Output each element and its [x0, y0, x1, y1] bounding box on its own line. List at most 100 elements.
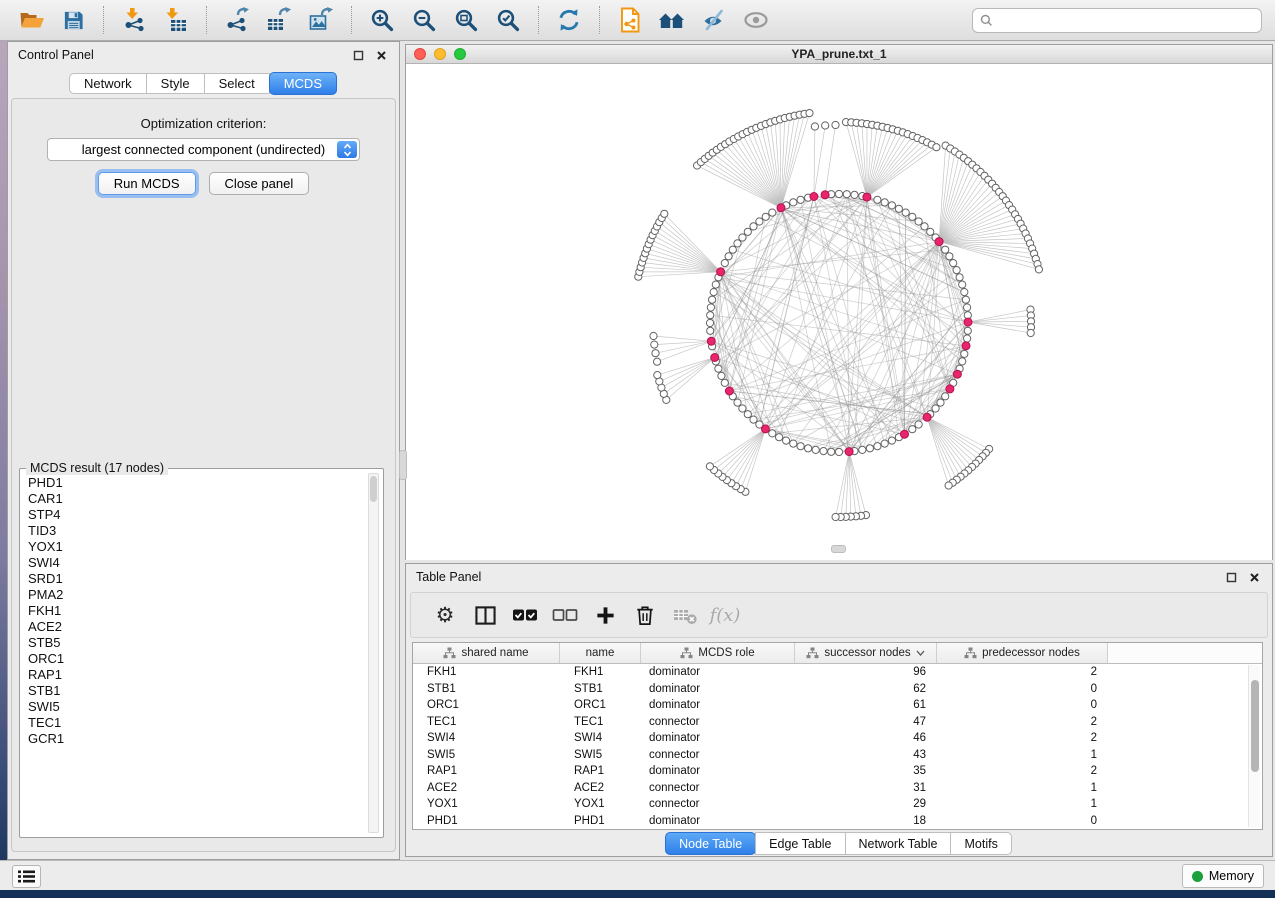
tab-style[interactable]: Style	[146, 73, 205, 94]
mcds-result-item[interactable]: SWI4	[24, 555, 365, 571]
network-title: YPA_prune.txt_1	[406, 47, 1272, 61]
export-table-button[interactable]	[263, 4, 295, 36]
close-panel-icon[interactable]	[373, 47, 389, 63]
table-row[interactable]: PHD1PHD1dominator180	[413, 813, 1262, 830]
criterion-select[interactable]: largest connected component (undirected)	[47, 138, 360, 161]
mcds-result-item[interactable]: STB5	[24, 635, 365, 651]
column-header-MCDS-role[interactable]: MCDS role	[641, 643, 795, 663]
table-row[interactable]: ACE2ACE2connector311	[413, 780, 1262, 797]
network-canvas[interactable]	[406, 64, 1272, 560]
column-header-filler	[1108, 643, 1262, 663]
function-button[interactable]: f(x)	[707, 598, 743, 632]
run-mcds-button[interactable]: Run MCDS	[98, 172, 196, 195]
table-row[interactable]: STB1STB1dominator620	[413, 681, 1262, 698]
table-row[interactable]: RAP1RAP1dominator352	[413, 763, 1262, 780]
table-cell: TEC1	[413, 714, 560, 731]
mcds-result-list[interactable]: PHD1CAR1STP4TID3YOX1SWI4SRD1PMA2FKH1ACE2…	[24, 475, 365, 833]
table-cell: 61	[795, 697, 937, 714]
table-cell: 96	[795, 664, 937, 681]
mcds-result-item[interactable]: ACE2	[24, 619, 365, 635]
float-panel-icon[interactable]	[1223, 569, 1239, 585]
table-cell: 35	[795, 763, 937, 780]
column-header-shared-name[interactable]: shared name	[413, 643, 560, 663]
panel-menu-button[interactable]	[12, 865, 41, 888]
share-document-button[interactable]	[614, 4, 646, 36]
table-row[interactable]: SWI5SWI5connector431	[413, 747, 1262, 764]
show-eye-button[interactable]	[740, 4, 772, 36]
table-cell: dominator	[641, 730, 795, 747]
mcds-result-item[interactable]: YOX1	[24, 539, 365, 555]
mcds-result-item[interactable]: FKH1	[24, 603, 365, 619]
tab-select[interactable]: Select	[204, 73, 270, 94]
delete-column-icon	[635, 604, 655, 627]
zoom-selected-button[interactable]	[492, 4, 524, 36]
table-row[interactable]: ORC1ORC1dominator610	[413, 697, 1262, 714]
table-cell: dominator	[641, 763, 795, 780]
destroy-table-button[interactable]	[667, 598, 703, 632]
tab-network-table[interactable]: Network Table	[845, 832, 952, 855]
zoom-in-button[interactable]	[366, 4, 398, 36]
table-cell: 1	[937, 796, 1108, 813]
refresh-layout-button[interactable]	[553, 4, 585, 36]
tab-motifs[interactable]: Motifs	[950, 832, 1011, 855]
settings-button[interactable]: ⚙	[427, 598, 463, 632]
tab-network[interactable]: Network	[69, 73, 147, 94]
home-pair-button[interactable]	[656, 4, 688, 36]
memory-button[interactable]: Memory	[1182, 864, 1264, 888]
select-all-button[interactable]	[507, 598, 543, 632]
delete-column-button[interactable]	[627, 598, 663, 632]
deselect-all-button[interactable]	[547, 598, 583, 632]
export-image-button[interactable]	[305, 4, 337, 36]
float-panel-icon[interactable]	[350, 47, 366, 63]
split-view-icon	[474, 605, 497, 626]
horizontal-splitter-handle[interactable]	[831, 545, 846, 553]
hide-glasses-button[interactable]	[698, 4, 730, 36]
import-network-button[interactable]	[118, 4, 150, 36]
search-input[interactable]	[997, 11, 1261, 31]
mcds-result-item[interactable]: SRD1	[24, 571, 365, 587]
mcds-result-item[interactable]: PHD1	[24, 475, 365, 491]
column-header-predecessor-nodes[interactable]: predecessor nodes	[937, 643, 1108, 663]
mcds-result-item[interactable]: RAP1	[24, 667, 365, 683]
table-row[interactable]: FKH1FKH1dominator962	[413, 664, 1262, 681]
mcds-result-item[interactable]: TEC1	[24, 715, 365, 731]
tab-mcds[interactable]: MCDS	[269, 72, 337, 95]
column-header-name[interactable]: name	[560, 643, 641, 663]
table-panel: Table Panel ⚙f(x) shared namenameMCDS ro…	[405, 563, 1273, 857]
table-cell: ACE2	[413, 780, 560, 797]
import-table-button[interactable]	[160, 4, 192, 36]
mcds-result-item[interactable]: STB1	[24, 683, 365, 699]
open-file-button[interactable]	[15, 4, 47, 36]
add-column-button[interactable]	[587, 598, 623, 632]
close-panel-button[interactable]: Close panel	[209, 172, 310, 195]
mcds-result-item[interactable]: ORC1	[24, 651, 365, 667]
save-session-button[interactable]	[57, 4, 89, 36]
column-header-successor-nodes[interactable]: successor nodes	[795, 643, 937, 663]
import-network-icon	[122, 7, 147, 33]
mcds-list-scrollbar[interactable]	[368, 473, 379, 833]
zoom-fit-button[interactable]	[450, 4, 482, 36]
table-cell: 2	[937, 714, 1108, 731]
import-table-icon	[163, 7, 189, 33]
table-row[interactable]: YOX1YOX1connector291	[413, 796, 1262, 813]
vertical-splitter-handle[interactable]	[399, 450, 407, 480]
table-cell: STB1	[413, 681, 560, 698]
export-table-icon	[266, 7, 292, 33]
mcds-result-item[interactable]: PMA2	[24, 587, 365, 603]
table-row[interactable]: SWI4SWI4dominator462	[413, 730, 1262, 747]
mcds-result-item[interactable]: CAR1	[24, 491, 365, 507]
zoom-out-button[interactable]	[408, 4, 440, 36]
table-scrollbar[interactable]	[1248, 665, 1260, 827]
tab-edge-table[interactable]: Edge Table	[755, 832, 845, 855]
mcds-result-item[interactable]: STP4	[24, 507, 365, 523]
mcds-result-item[interactable]: TID3	[24, 523, 365, 539]
tab-node-table[interactable]: Node Table	[665, 832, 756, 855]
split-view-button[interactable]	[467, 598, 503, 632]
mcds-result-item[interactable]: SWI5	[24, 699, 365, 715]
export-network-button[interactable]	[221, 4, 253, 36]
mcds-result-item[interactable]: GCR1	[24, 731, 365, 747]
table-row[interactable]: TEC1TEC1connector472	[413, 714, 1262, 731]
toolbar-separator	[538, 6, 539, 34]
close-panel-icon[interactable]	[1246, 569, 1262, 585]
table-cell: PHD1	[560, 813, 641, 830]
